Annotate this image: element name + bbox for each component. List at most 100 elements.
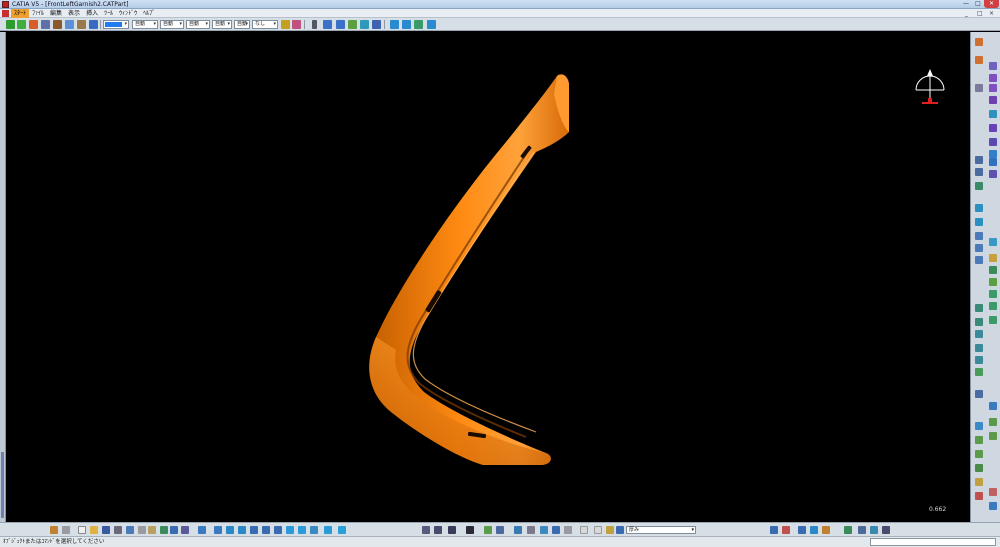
dimension-icon[interactable]	[975, 390, 983, 398]
check-icon[interactable]	[360, 20, 369, 29]
grid-icon[interactable]	[989, 402, 997, 410]
formula-icon[interactable]	[989, 488, 997, 496]
measure-icon[interactable]	[975, 422, 983, 430]
menu-insert[interactable]: 挿入	[83, 9, 101, 18]
table-icon[interactable]	[580, 526, 588, 534]
compass-icon[interactable]	[912, 68, 948, 114]
tool-icon[interactable]	[77, 20, 86, 29]
zoom-in-icon[interactable]	[250, 526, 258, 534]
swap-space-icon[interactable]	[324, 526, 332, 534]
loft-icon[interactable]	[989, 124, 997, 132]
pan-icon[interactable]	[17, 20, 26, 29]
symmetry-icon[interactable]	[975, 330, 983, 338]
thickness-icon[interactable]	[606, 526, 614, 534]
join-icon[interactable]	[989, 266, 997, 274]
hammer-icon[interactable]	[53, 20, 62, 29]
zoom-out-icon[interactable]	[262, 526, 270, 534]
sketch-icon[interactable]	[975, 56, 983, 64]
view-icon[interactable]	[414, 20, 423, 29]
camera-icon[interactable]	[434, 526, 442, 534]
shading-icon[interactable]	[298, 526, 306, 534]
axis-icon[interactable]	[975, 182, 983, 190]
measure-item-icon[interactable]	[496, 526, 504, 534]
doc-restore-button[interactable]: □	[977, 9, 983, 18]
dot-icon[interactable]	[312, 20, 317, 29]
paste-icon[interactable]	[148, 526, 156, 534]
apply-material-icon[interactable]	[514, 526, 522, 534]
pencil-icon[interactable]	[41, 20, 50, 29]
shell-icon[interactable]	[989, 170, 997, 178]
help-icon[interactable]	[181, 526, 189, 534]
analysis-icon[interactable]	[975, 436, 983, 444]
multi-view-icon[interactable]	[338, 526, 346, 534]
translate-icon[interactable]	[975, 304, 983, 312]
pan-icon[interactable]	[226, 526, 234, 534]
sweep-icon[interactable]	[989, 238, 997, 246]
split-icon[interactable]	[989, 278, 997, 286]
catalog-icon[interactable]	[427, 20, 436, 29]
wrench-icon[interactable]	[65, 20, 74, 29]
fillet-icon[interactable]	[989, 138, 997, 146]
catia-app-icon[interactable]	[2, 1, 9, 8]
revolve-icon[interactable]	[975, 232, 983, 240]
sheet-icon[interactable]	[390, 20, 399, 29]
painter-icon[interactable]	[281, 20, 290, 29]
normal-view-icon[interactable]	[274, 526, 282, 534]
hole-icon[interactable]	[989, 84, 997, 92]
maximize-button[interactable]: □	[972, 0, 984, 8]
rule-icon[interactable]	[810, 526, 818, 534]
print-icon[interactable]	[114, 526, 122, 534]
document-icon[interactable]	[2, 10, 9, 17]
pad-icon[interactable]	[975, 38, 983, 46]
point-symbol-combo[interactable]: 自動 ▾	[234, 20, 250, 29]
garnish-part-model[interactable]	[6, 32, 970, 522]
menu-help[interactable]: ﾍﾙﾌﾟ	[140, 9, 158, 18]
line-type-combo[interactable]: 自動 ▾	[212, 20, 232, 29]
undo-icon[interactable]	[160, 526, 168, 534]
line-icon[interactable]	[975, 156, 983, 164]
iso-view-icon[interactable]	[286, 526, 294, 534]
slot-icon[interactable]	[989, 110, 997, 118]
group-icon[interactable]	[564, 526, 572, 534]
groove-icon[interactable]	[989, 74, 997, 82]
circle-icon[interactable]	[975, 244, 983, 252]
rib-icon[interactable]	[989, 96, 997, 104]
pattern-icon[interactable]	[975, 368, 983, 376]
constraint-icon[interactable]	[989, 432, 997, 440]
new-icon[interactable]	[78, 526, 86, 534]
affinity-icon[interactable]	[975, 356, 983, 364]
extrude-icon[interactable]	[975, 218, 983, 226]
left-scroll-thumb[interactable]	[1, 452, 4, 518]
video-icon[interactable]	[448, 526, 456, 534]
material-icon[interactable]	[616, 526, 624, 534]
copy-icon[interactable]	[138, 526, 146, 534]
fly-icon[interactable]	[198, 526, 206, 534]
plane-icon[interactable]	[975, 168, 983, 176]
surface-icon[interactable]	[348, 20, 357, 29]
menu-start[interactable]: ｽﾀｰﾄ	[11, 9, 30, 18]
minimize-button[interactable]: —	[960, 0, 972, 8]
trim-icon[interactable]	[989, 290, 997, 298]
extract-icon[interactable]	[989, 316, 997, 324]
parameter-icon[interactable]	[989, 502, 997, 510]
law-icon[interactable]	[870, 526, 878, 534]
menu-window[interactable]: ｳｨﾝﾄﾞｳ	[116, 9, 140, 18]
hide-show-icon[interactable]	[310, 526, 318, 534]
3d-viewport[interactable]: 0.662	[6, 32, 970, 540]
inertia-icon[interactable]	[989, 418, 997, 426]
fit-all-icon[interactable]	[214, 526, 222, 534]
select-icon[interactable]	[6, 20, 15, 29]
spline-icon[interactable]	[975, 256, 983, 264]
line-weight-combo[interactable]: 自動 ▾	[186, 20, 210, 29]
cursor-icon[interactable]	[62, 526, 70, 534]
catalog-browser-icon[interactable]	[770, 526, 778, 534]
sketch-icon[interactable]	[29, 20, 38, 29]
knowledge-icon[interactable]	[975, 492, 983, 500]
image-icon[interactable]	[422, 526, 430, 534]
close-button[interactable]: ✕	[984, 0, 999, 8]
menu-edit[interactable]: 編集	[47, 9, 65, 18]
menu-file[interactable]: ﾌｧｲﾙ	[29, 9, 47, 18]
analysis-icon[interactable]	[372, 20, 381, 29]
design-table-icon[interactable]	[882, 526, 890, 534]
transparency-combo[interactable]: 自動 ▾	[132, 20, 158, 29]
